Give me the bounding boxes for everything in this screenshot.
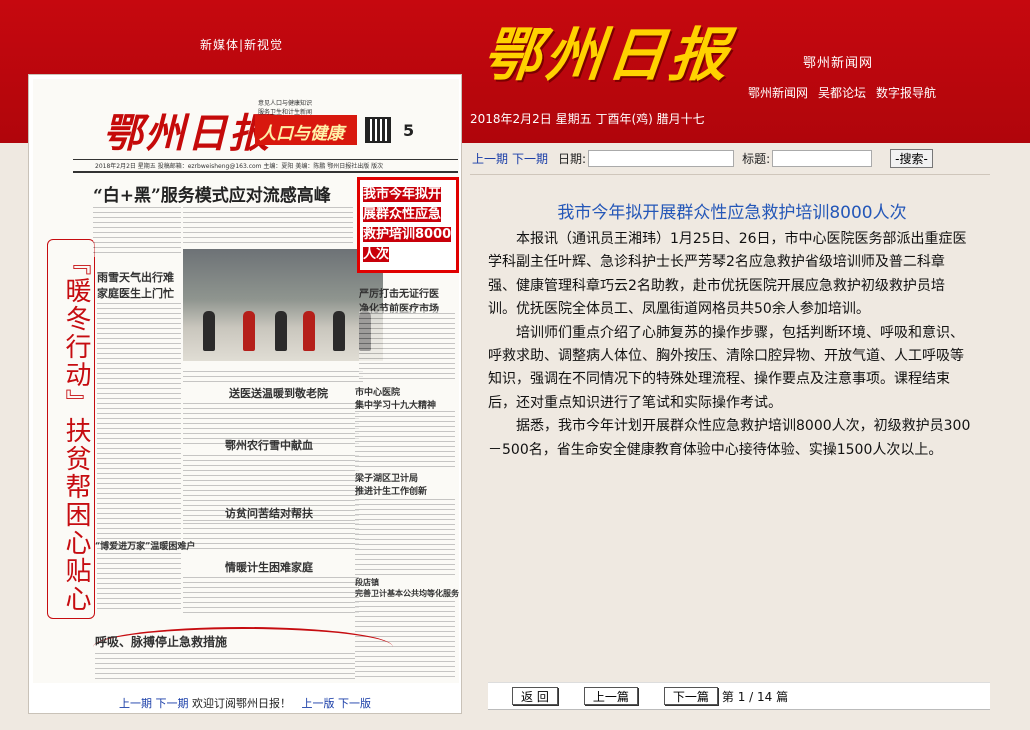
next-issue-link[interactable]: 下一期 <box>156 697 189 710</box>
subhead[interactable]: 送医送温暖到敬老院 <box>229 385 328 401</box>
photo-figure <box>203 311 215 351</box>
page-current: 1 <box>737 689 746 704</box>
newspaper-page-image: 鄂州日报 意见人口与健康知识 服务卫生和计生新闻 人口与健康 5 2018年2月… <box>33 79 459 683</box>
text-block[interactable] <box>359 311 455 381</box>
article-paragraph: 培训师们重点介绍了心肺复苏的操作步骤，包括判断环境、呼吸和意识、呼救求助、调整病… <box>488 324 964 411</box>
subhead[interactable]: “博爱进万家”温暖困难户 <box>95 539 195 552</box>
selected-article-highlight[interactable]: 我市今年拟开展群众性应急救护培训8000人次 <box>357 177 459 273</box>
page-prefix: 第 <box>721 689 734 704</box>
photo-figure <box>303 311 315 351</box>
article-paragraph: 据悉，我市今年计划开展群众性应急救护培训8000人次，初级救护员300－500名… <box>488 418 971 458</box>
next-article-button[interactable]: 下一篇 <box>663 687 718 705</box>
text-block[interactable] <box>183 521 359 553</box>
subhead[interactable]: 段店镇 完善卫计基本公共均等化服务 <box>355 577 459 599</box>
subhead[interactable]: 情暖计生困难家庭 <box>225 559 313 575</box>
divider <box>73 171 458 173</box>
news-photo[interactable] <box>183 249 383 361</box>
date-line: 2018年2月2日 星期五 丁酉年(鸡) 腊月十七 <box>470 112 705 126</box>
next-issue-link[interactable]: 下一期 <box>512 150 548 167</box>
article-page-indicator: 第 1 / 14 篇 <box>722 688 788 705</box>
page-separator: / <box>749 689 754 704</box>
highlight-title: 我市今年拟开展群众性应急救护培训8000人次 <box>363 187 452 262</box>
paper-nav: 上一期 下一期 欢迎订阅鄂州日报！ 上一版 下一版 <box>29 689 461 713</box>
title-search-input[interactable] <box>772 149 873 167</box>
page-headline[interactable]: “白+黑”服务模式应对流感高峰 <box>93 181 331 206</box>
text-block[interactable] <box>183 205 353 245</box>
divider <box>73 159 458 160</box>
article-paragraph: 本报讯（通讯员王湘玮）1月25日、26日，市中心医院医务部派出重症医学科副主任叶… <box>488 231 967 318</box>
prev-edition-link[interactable]: 上一版 <box>302 697 335 710</box>
next-edition-link[interactable]: 下一版 <box>338 697 371 710</box>
search-bar: 上一期 下一期 日期: 标题: -搜索- <box>472 148 992 168</box>
prev-article-button[interactable]: 上一篇 <box>583 687 638 705</box>
masthead-logo: 鄂州日报 <box>479 21 736 89</box>
page-info-row: 2018年2月2日 星期五 投稿邮箱：ezrbweisheng@163.com … <box>95 163 384 170</box>
vertical-title[interactable]: 『暖冬行动』扶贫帮困心贴心 <box>51 249 91 613</box>
prev-issue-link[interactable]: 上一期 <box>472 150 508 167</box>
text-block[interactable] <box>183 575 359 615</box>
subhead[interactable]: 呼吸、脉搏停止急救措施 <box>95 633 227 650</box>
photo-figure <box>243 311 255 351</box>
qr-code-icon <box>365 117 391 143</box>
link-ezhou-news[interactable]: 鄂州新闻网 <box>748 84 808 101</box>
page-suffix: 篇 <box>776 689 789 704</box>
subhead[interactable]: 访贫问苦结对帮扶 <box>225 505 313 521</box>
subhead[interactable]: 梁子湖区卫计局 推进计生工作创新 <box>355 471 427 497</box>
text-block[interactable] <box>93 205 181 257</box>
subscribe-text: 欢迎订阅鄂州日报！ <box>192 697 291 710</box>
top-links: 鄂州新闻网 吴都论坛 数字报导航 <box>748 84 936 101</box>
subhead[interactable]: 鄂州农行雪中献血 <box>225 437 313 453</box>
photo-figure <box>333 311 345 351</box>
text-block[interactable] <box>355 409 455 471</box>
text-block[interactable] <box>97 301 181 611</box>
divider <box>470 174 990 175</box>
article-body: 本报讯（通讯员王湘玮）1月25日、26日，市中心医院医务部派出重症医学科副主任叶… <box>488 228 972 462</box>
text-block[interactable] <box>355 497 455 575</box>
newspaper-page-panel: 鄂州日报 意见人口与健康知识 服务卫生和计生新闻 人口与健康 5 2018年2月… <box>28 74 462 714</box>
page-masthead: 鄂州日报 <box>103 110 271 157</box>
search-button[interactable]: -搜索- <box>890 148 933 168</box>
photo-figure <box>275 311 287 351</box>
date-label: 日期: <box>558 151 587 166</box>
site-name: 鄂州新闻网 <box>803 56 874 71</box>
title-label: 标题: <box>742 151 771 166</box>
prev-issue-link[interactable]: 上一期 <box>119 697 152 710</box>
text-block[interactable] <box>183 369 363 383</box>
page-number: 5 <box>403 121 415 140</box>
article-pager: 返 回 上一篇 下一篇 第 1 / 14 篇 <box>488 682 990 710</box>
subhead[interactable]: 雨雪天气出行难 家庭医生上门忙 <box>97 269 174 301</box>
subhead[interactable]: 市中心医院 集中学习十九大精神 <box>355 385 436 411</box>
link-wudu-forum[interactable]: 吴都论坛 <box>818 84 866 101</box>
page-total: 14 <box>757 689 773 704</box>
link-digital-nav[interactable]: 数字报导航 <box>876 84 936 101</box>
new-media-label: 新媒体|新视觉 <box>200 38 284 52</box>
text-block[interactable] <box>95 651 355 681</box>
back-button[interactable]: 返 回 <box>512 687 558 705</box>
section-banner: 人口与健康 <box>255 115 357 145</box>
article-title: 我市今年拟开展群众性应急救护培训8000人次 <box>557 203 907 223</box>
date-input[interactable] <box>588 149 735 167</box>
